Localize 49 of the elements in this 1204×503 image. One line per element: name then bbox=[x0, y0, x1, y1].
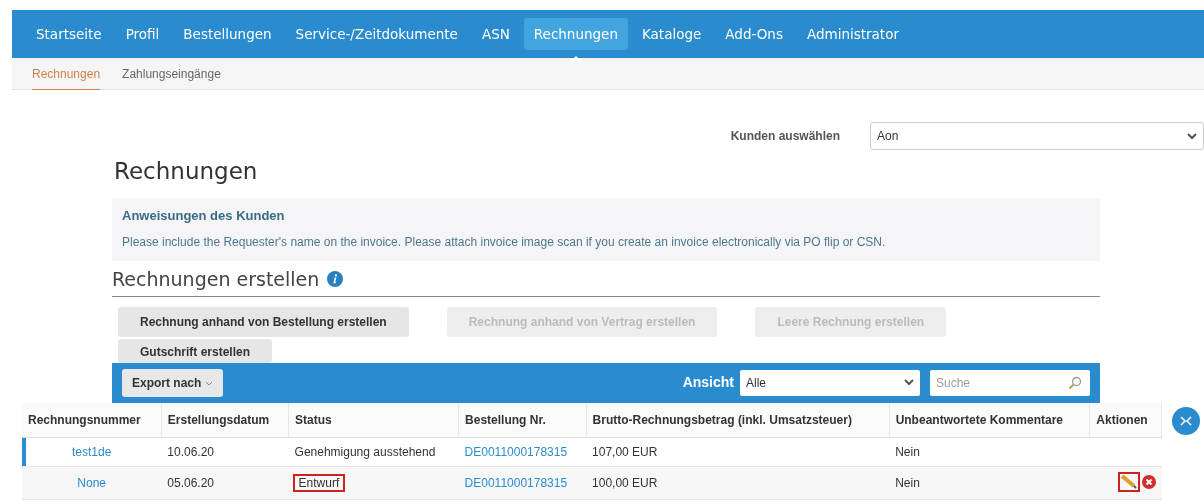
instructions-text: Please include the Requester's name on the invoice. Please attach invoice image scan if you create an invoice electronically via PO flip or CSN. bbox=[122, 234, 887, 252]
order-link[interactable]: DE0011000178315 bbox=[464, 444, 568, 459]
table-cell: Nein bbox=[895, 444, 920, 459]
column-header: Unbeantwortete Kommentare bbox=[889, 402, 1090, 438]
sub-tab[interactable]: Zahlungseingänge bbox=[122, 58, 221, 89]
nav-tab[interactable]: Administrator bbox=[796, 17, 909, 51]
invoice-link[interactable]: test1de bbox=[71, 444, 112, 459]
sub-tab[interactable]: Rechnungen bbox=[32, 57, 101, 90]
table-cell: Nein bbox=[895, 475, 920, 490]
export-dropdown-button[interactable]: Export nach bbox=[122, 368, 223, 397]
view-select[interactable]: Alle bbox=[740, 369, 920, 396]
status-text: Genehmigung ausstehend bbox=[294, 444, 436, 459]
table-cell: 10.06.20 bbox=[167, 444, 215, 459]
table-cell: 05.06.20 bbox=[167, 475, 215, 490]
create-button[interactable]: Gutschrift erstellen bbox=[118, 338, 273, 363]
edit-icon[interactable] bbox=[1117, 471, 1140, 492]
nav-tab[interactable]: Startseite bbox=[26, 17, 112, 51]
table-cell: 100,00 EUR bbox=[592, 475, 658, 490]
collapse-icon bbox=[1179, 415, 1193, 426]
view-label: Ansicht bbox=[682, 373, 734, 393]
status-text: Entwurf bbox=[294, 475, 344, 490]
delete-icon[interactable] bbox=[1141, 474, 1156, 489]
column-header: Rechnungsnummer bbox=[22, 402, 162, 438]
column-header: Erstellungsdatum bbox=[161, 402, 289, 438]
nav-tab[interactable]: Bestellungen bbox=[173, 17, 282, 51]
collapse-button[interactable] bbox=[1172, 406, 1200, 435]
nav-tab[interactable]: Add-Ons bbox=[715, 17, 793, 51]
search-icon bbox=[1068, 375, 1082, 390]
search-field[interactable]: Suche bbox=[930, 369, 1090, 396]
column-header: Brutto-Rechnungsbetrag (inkl. Umsatzsteuer) bbox=[586, 402, 890, 438]
nav-tab[interactable]: Service-/Zeitdokumente bbox=[285, 17, 468, 51]
section-title: Rechnungen erstellen bbox=[112, 267, 320, 293]
instructions-title: Anweisungen des Kunden bbox=[122, 206, 286, 225]
column-header: Aktionen bbox=[1089, 402, 1162, 438]
create-button[interactable]: Rechnung anhand von Bestellung erstellen bbox=[118, 306, 409, 337]
chevron-down-icon bbox=[1187, 132, 1197, 140]
customer-select[interactable]: Aon bbox=[870, 122, 1204, 150]
info-icon[interactable] bbox=[327, 271, 344, 288]
column-header: Status bbox=[288, 402, 459, 438]
caret-icon bbox=[204, 380, 213, 386]
column-header: Bestellung Nr. bbox=[458, 402, 587, 438]
chevron-down-icon bbox=[904, 379, 914, 387]
nav-tab[interactable]: ASN bbox=[471, 17, 520, 51]
nav-tab[interactable]: Kataloge bbox=[632, 17, 712, 51]
nav-tab[interactable]: Profil bbox=[115, 17, 170, 51]
customer-select-label: Kunden auswählen bbox=[730, 128, 840, 145]
invoice-link[interactable]: None bbox=[77, 475, 106, 490]
page-title: Rechnungen bbox=[114, 158, 259, 186]
table-cell: 107,00 EUR bbox=[592, 444, 658, 459]
